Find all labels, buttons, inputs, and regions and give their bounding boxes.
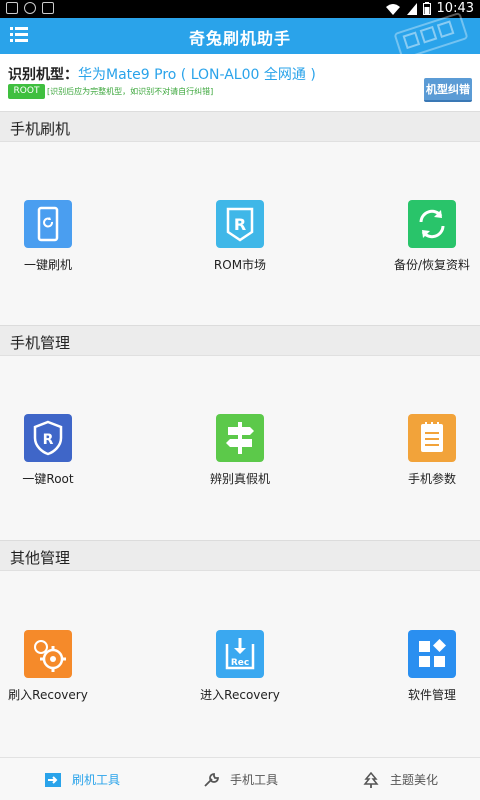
tile-label: 软件管理 [407,688,456,702]
android-notification-icon [24,2,36,14]
tile-app-manager[interactable]: 软件管理 [372,630,480,710]
bottom-nav: 刷机工具 手机工具 主题美化 [0,757,480,800]
root-status-badge: ROOT [8,84,45,99]
section-header-flash: 手机刷机 [0,112,480,142]
section-header-manage: 手机管理 [0,326,480,356]
gear-flash-icon [24,630,72,678]
tab-flash-tools[interactable]: 刷机工具 [44,758,120,800]
section-title: 手机管理 [10,334,71,352]
device-hint: [识别后应为完整机型，如识别不对请自行纠错] [47,87,214,96]
section-title: 其他管理 [10,549,71,567]
device-identified-line: 识别机型：华为Mate9 Pro ( LON-AL00 全网通 ) [8,64,316,84]
screenshot-notification-icon [6,2,18,14]
section-title: 手机刷机 [10,120,71,138]
notepad-icon [408,414,456,462]
tile-label: 进入Recovery [200,688,280,702]
apps-grid-icon [408,630,456,678]
watermark-logo [393,11,469,61]
tile-one-click-root[interactable]: R 一键Root [0,414,108,494]
tile-backup-restore[interactable]: 备份/恢复资料 [372,200,480,280]
section-header-other: 其他管理 [0,541,480,571]
model-correct-button[interactable]: 机型纠错 [424,78,472,102]
section-manage-body: R 一键Root 辨别真假机 手机参数 [0,356,480,541]
device-model: 华为Mate9 Pro ( LON-AL00 全网通 ) [78,67,316,83]
section-other-body: 刷入Recovery Rec 进入Recovery 软件管理 [0,571,480,757]
rom-market-icon: R [216,200,264,248]
svg-text:R: R [43,432,54,448]
tab-label: 刷机工具 [72,773,121,787]
tile-rom-market[interactable]: R ROM市场 [180,200,300,280]
root-badge-label: ROOT [13,86,40,96]
section-flash-body: 一键刷机 R ROM市场 备份/恢复资料 [0,142,480,326]
device-label: 识别机型： [8,67,78,83]
tab-theme[interactable]: 主题美化 [362,758,438,800]
device-info-panel: 识别机型：华为Mate9 Pro ( LON-AL00 全网通 ) ROOT [… [0,54,480,112]
shield-notification-icon [42,2,54,14]
svg-text:Rec: Rec [231,658,249,668]
rec-download-icon: Rec [216,630,264,678]
root-shield-icon: R [24,414,72,462]
tile-label: 刷入Recovery [8,688,88,702]
signal-icon [406,2,417,15]
tile-label: 备份/恢复资料 [393,258,471,272]
flash-tool-icon [45,772,61,787]
svg-text:R: R [234,215,246,234]
wrench-icon [204,772,219,787]
tree-icon [363,771,379,788]
signpost-icon [216,414,264,462]
app-bar: 奇兔刷机助手 [0,11,480,61]
tile-label: 一键刷机 [23,258,72,272]
tile-one-click-flash[interactable]: 一键刷机 [0,200,108,280]
wifi-icon [385,3,400,15]
status-bar: 10:43 [0,0,480,18]
tab-label: 手机工具 [230,773,279,787]
tile-verify-device[interactable]: 辨别真假机 [180,414,300,494]
tile-label: 辨别真假机 [209,472,270,486]
tile-flash-recovery[interactable]: 刷入Recovery [0,630,108,710]
tab-label: 主题美化 [390,773,439,787]
backup-sync-icon [408,200,456,248]
tab-phone-tools[interactable]: 手机工具 [202,758,278,800]
tile-label: 一键Root [22,472,74,486]
battery-icon [422,2,431,15]
tile-label: 手机参数 [407,472,456,486]
tile-phone-specs[interactable]: 手机参数 [372,414,480,494]
phone-refresh-icon [24,200,72,248]
tile-enter-recovery[interactable]: Rec 进入Recovery [180,630,300,710]
tile-label: ROM市场 [213,258,267,272]
